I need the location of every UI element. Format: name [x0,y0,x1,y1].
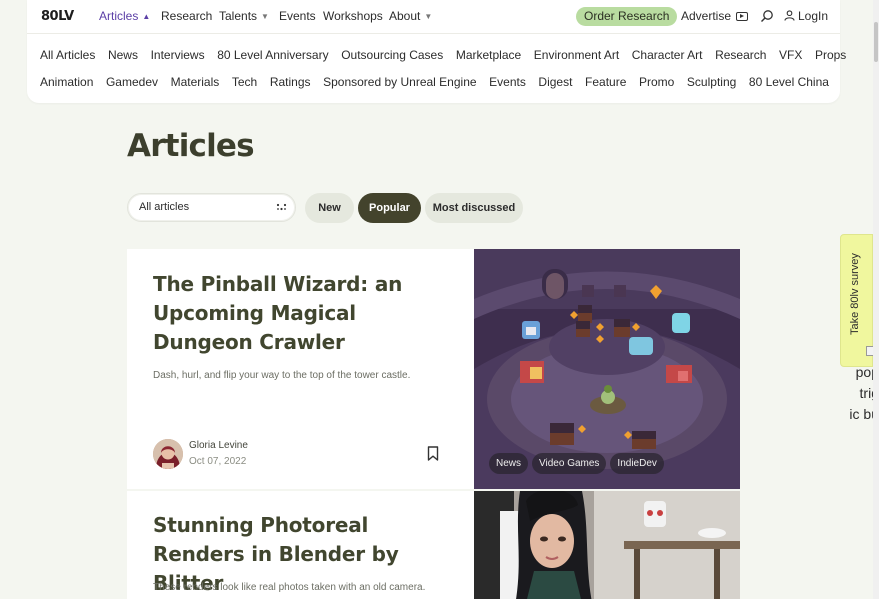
category-animation[interactable]: Animation [40,75,93,89]
login-link[interactable]: LogIn [784,9,828,23]
tag-video-games[interactable]: Video Games [532,453,607,474]
filter-most-discussed-button[interactable]: Most discussed [425,193,523,223]
category-tech[interactable]: Tech [232,75,257,89]
category-row-2: Animation Gamedev Materials Tech Ratings Spon… [40,75,842,89]
user-icon [784,10,795,21]
search-icon[interactable] [760,9,774,23]
nav-talents-label: Talents [219,9,258,23]
category-materials[interactable]: Materials [171,75,220,89]
nav-research[interactable]: Research [161,9,212,23]
category-gamedev[interactable]: Gamedev [106,75,158,89]
author-name[interactable]: Gloria Levine [189,440,248,451]
tag-news[interactable]: News [489,453,529,474]
category-80-level-china[interactable]: 80 Level China [749,75,829,89]
chevron-dots-icon [276,203,287,211]
category-research[interactable]: Research [715,48,766,62]
article-description: These renders look like real photos take… [153,582,426,593]
category-outsourcing-cases[interactable]: Outsourcing Cases [341,48,443,62]
category-row-1: All Articles News Interviews 80 Level Anniv… [40,48,859,62]
nav-talents[interactable]: Talents ▼ [219,9,269,23]
scrollbar-thumb[interactable] [874,22,878,62]
nav-articles[interactable]: Articles ▲ [99,9,150,23]
nav-articles-label: Articles [99,9,139,23]
article-description: Dash, hurl, and flip your way to the top… [153,370,411,381]
category-80-level-anniversary[interactable]: 80 Level Anniversary [217,48,328,62]
advertise-link[interactable]: Advertise [681,9,749,23]
filter-select-value: All articles [139,201,190,213]
chevron-up-icon: ▲ [142,12,151,21]
category-all-articles[interactable]: All Articles [40,48,95,62]
article-title[interactable]: The Pinball Wizard: an Upcoming Magical … [153,270,453,357]
advertise-label: Advertise [681,9,732,23]
page-title: Articles [127,128,255,164]
article-date: Oct 07, 2022 [189,456,247,467]
bookmark-icon[interactable] [427,446,439,461]
nav-research-label: Research [161,9,213,23]
nav-events[interactable]: Events [279,9,316,23]
order-research-button[interactable]: Order Research [576,7,678,26]
tag-indiedev[interactable]: IndieDev [610,453,664,474]
category-feature[interactable]: Feature [585,75,626,89]
article-thumbnail[interactable] [474,491,740,599]
survey-label: Take 80lv survey [849,253,861,335]
nav-about-label: About [389,9,421,23]
category-environment-art[interactable]: Environment Art [534,48,619,62]
top-navigation: 80LV Articles ▲ Research Talents ▼ Events … [27,0,840,34]
article-card[interactable]: The Pinball Wizard: an Upcoming Magical … [127,249,740,489]
article-tags: News Video Games IndieDev [489,453,664,474]
category-interviews[interactable]: Interviews [151,48,205,62]
nav-events-label: Events [279,9,316,23]
logo[interactable]: 80LV [41,9,74,24]
photoreal-render-image [474,491,740,599]
category-digest[interactable]: Digest [538,75,572,89]
category-ratings[interactable]: Ratings [270,75,311,89]
header: 80LV Articles ▲ Research Talents ▼ Events … [27,0,846,103]
category-sponsored-unreal[interactable]: Sponsored by Unreal Engine [323,75,476,89]
page-scrollbar[interactable] [873,0,879,599]
category-sculpting[interactable]: Sculpting [687,75,736,89]
category-character-art[interactable]: Character Art [632,48,703,62]
filter-new-button[interactable]: New [305,193,354,223]
chevron-down-icon: ▼ [424,12,433,21]
chevron-down-icon: ▼ [261,12,269,21]
category-marketplace[interactable]: Marketplace [456,48,521,62]
author-avatar[interactable] [153,439,183,469]
filter-popular-button[interactable]: Popular [358,193,421,223]
video-play-icon [736,12,749,21]
login-label: LogIn [798,9,829,23]
nav-workshops[interactable]: Workshops [323,9,383,23]
category-news[interactable]: News [108,48,138,62]
category-vfx[interactable]: VFX [779,48,802,62]
article-thumbnail[interactable]: News Video Games IndieDev [474,249,740,489]
category-promo[interactable]: Promo [639,75,674,89]
nav-workshops-label: Workshops [323,9,383,23]
articles-filter-select[interactable]: All articles [127,193,296,222]
nav-about[interactable]: About ▼ [389,9,432,23]
article-card[interactable]: Stunning Photoreal Renders in Blender by… [127,491,740,599]
category-events[interactable]: Events [489,75,526,89]
category-props[interactable]: Props [815,48,846,62]
